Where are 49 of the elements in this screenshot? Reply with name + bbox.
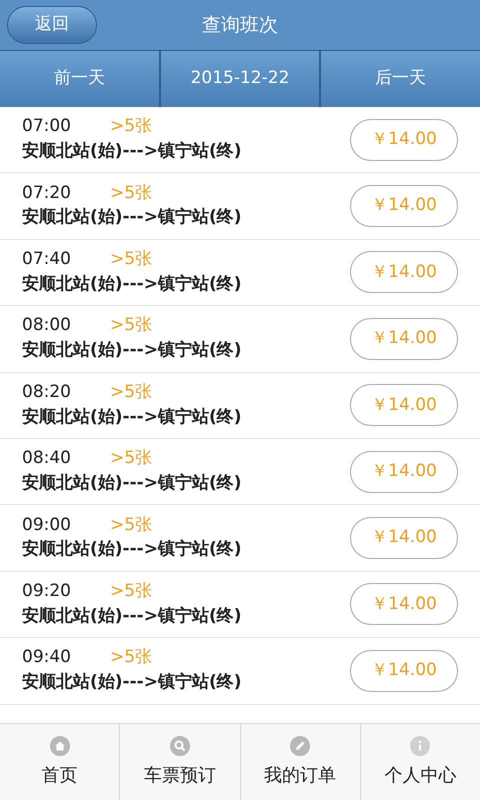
route-text: 安顺北站(始)--->镇宁站(终): [22, 538, 242, 562]
nav-tab[interactable]: 我的订单: [240, 724, 360, 800]
ticket-count: >5张: [110, 580, 152, 603]
home-icon: [50, 736, 70, 756]
price-button[interactable]: ￥14.00: [350, 251, 458, 294]
route-text: 安顺北站(始)--->镇宁站(终): [22, 206, 242, 230]
price-button[interactable]: ￥14.00: [350, 118, 458, 161]
ticket-count: >5张: [110, 514, 152, 537]
route-text: 安顺北站(始)--->镇宁站(终): [22, 339, 242, 362]
price-button[interactable]: ￥14.00: [350, 185, 458, 228]
route-text: 安顺北站(始)--->镇宁站(终): [22, 272, 242, 296]
nav-tab[interactable]: 车票预订: [120, 724, 240, 800]
departure-time: 09:20: [22, 580, 72, 603]
next-day-button[interactable]: 后一天: [321, 51, 480, 107]
price-button[interactable]: ￥14.00: [350, 583, 458, 626]
nav-tab[interactable]: 个人中心: [360, 724, 480, 800]
price-button[interactable]: ￥14.00: [350, 650, 458, 692]
price-button[interactable]: ￥14.00: [350, 318, 458, 360]
ticket-count: >5张: [110, 380, 152, 404]
nav-tab[interactable]: 首页: [0, 724, 120, 800]
info-icon: [410, 736, 430, 756]
route-text: 安顺北站(始)--->镇宁站(终): [22, 671, 242, 694]
departure-time: 07:00: [22, 115, 72, 138]
departure-time: 08:00: [22, 314, 72, 338]
price-button[interactable]: ￥14.00: [350, 517, 458, 560]
search-icon: [170, 736, 190, 756]
page-title: 查询班次: [202, 12, 278, 38]
back-button[interactable]: 返回: [7, 6, 97, 44]
route-text: 安顺北站(始)--->镇宁站(终): [22, 140, 242, 163]
ticket-count: >5张: [110, 115, 152, 138]
route-text: 安顺北站(始)--->镇宁站(终): [22, 472, 242, 495]
departure-time: 07:20: [22, 182, 72, 205]
ticket-count: >5张: [110, 248, 152, 271]
pencil-icon: [290, 736, 310, 756]
departure-time: 09:40: [22, 646, 72, 670]
ticket-count: >5张: [110, 314, 152, 338]
price-button[interactable]: ￥14.00: [350, 450, 458, 493]
ticket-count: >5张: [110, 447, 152, 470]
departure-time: 08:20: [22, 380, 72, 404]
ticket-count: >5张: [110, 182, 152, 205]
departure-time: 09:00: [22, 514, 72, 537]
departure-time: 07:40: [22, 248, 72, 271]
price-button[interactable]: ￥14.00: [350, 384, 458, 426]
ticket-count: >5张: [110, 646, 152, 670]
previous-day-button[interactable]: 前一天: [0, 51, 159, 107]
date-label: 2015-12-22: [160, 51, 320, 107]
route-text: 安顺北站(始)--->镇宁站(终): [22, 406, 242, 428]
route-text: 安顺北站(始)--->镇宁站(终): [22, 604, 242, 628]
departure-time: 08:40: [22, 447, 72, 470]
